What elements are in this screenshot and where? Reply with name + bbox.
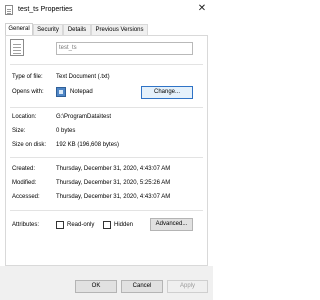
title-bar: test_ts Properties ✕ [0,0,213,22]
advanced-button[interactable]: Advanced... [150,218,193,231]
apply-button[interactable]: Apply [167,280,208,293]
size-value: 0 bytes [56,128,76,134]
file-type-icon [10,39,24,56]
change-button[interactable]: Change... [141,86,193,99]
opens-with-label: Opens with: [12,89,44,95]
modified-value: Thursday, December 31, 2020, 5:25:26 AM [56,180,171,186]
window-title: test_ts Properties [18,6,73,13]
opens-with-app: Notepad [70,89,93,95]
size-label: Size: [12,128,26,134]
document-icon [5,5,13,15]
separator [10,107,203,108]
location-label: Location: [12,114,37,120]
read-only-label: Read-only [67,222,95,228]
accessed-label: Accessed: [12,194,40,200]
ok-button[interactable]: OK [75,280,117,293]
close-icon[interactable]: ✕ [196,3,208,15]
hidden-label: Hidden [114,222,134,228]
tab-details[interactable]: Details [63,24,91,35]
created-value: Thursday, December 31, 2020, 4:43:07 AM [56,166,171,172]
location-value: G:\ProgramData\test [56,114,112,120]
file-name-field[interactable]: test_ts [56,42,193,55]
type-of-file-label: Type of file: [12,74,43,80]
tab-general[interactable]: General [5,23,33,35]
general-panel [5,35,208,266]
separator [10,157,203,158]
hidden-checkbox[interactable] [103,221,111,229]
read-only-checkbox[interactable] [56,221,64,229]
type-of-file-value: Text Document (.txt) [56,74,110,80]
separator [10,64,203,65]
separator [10,210,203,211]
created-label: Created: [12,166,36,172]
attributes-label: Attributes: [12,222,40,228]
cancel-button[interactable]: Cancel [121,280,163,293]
notepad-icon [56,87,66,97]
size-on-disk-value: 192 KB (196,608 bytes) [56,142,120,148]
tab-security[interactable]: Security [33,24,63,35]
modified-label: Modified: [12,180,37,186]
accessed-value: Thursday, December 31, 2020, 4:43:07 AM [56,194,171,200]
tab-previous-versions[interactable]: Previous Versions [91,24,148,35]
size-on-disk-label: Size on disk: [12,142,47,148]
